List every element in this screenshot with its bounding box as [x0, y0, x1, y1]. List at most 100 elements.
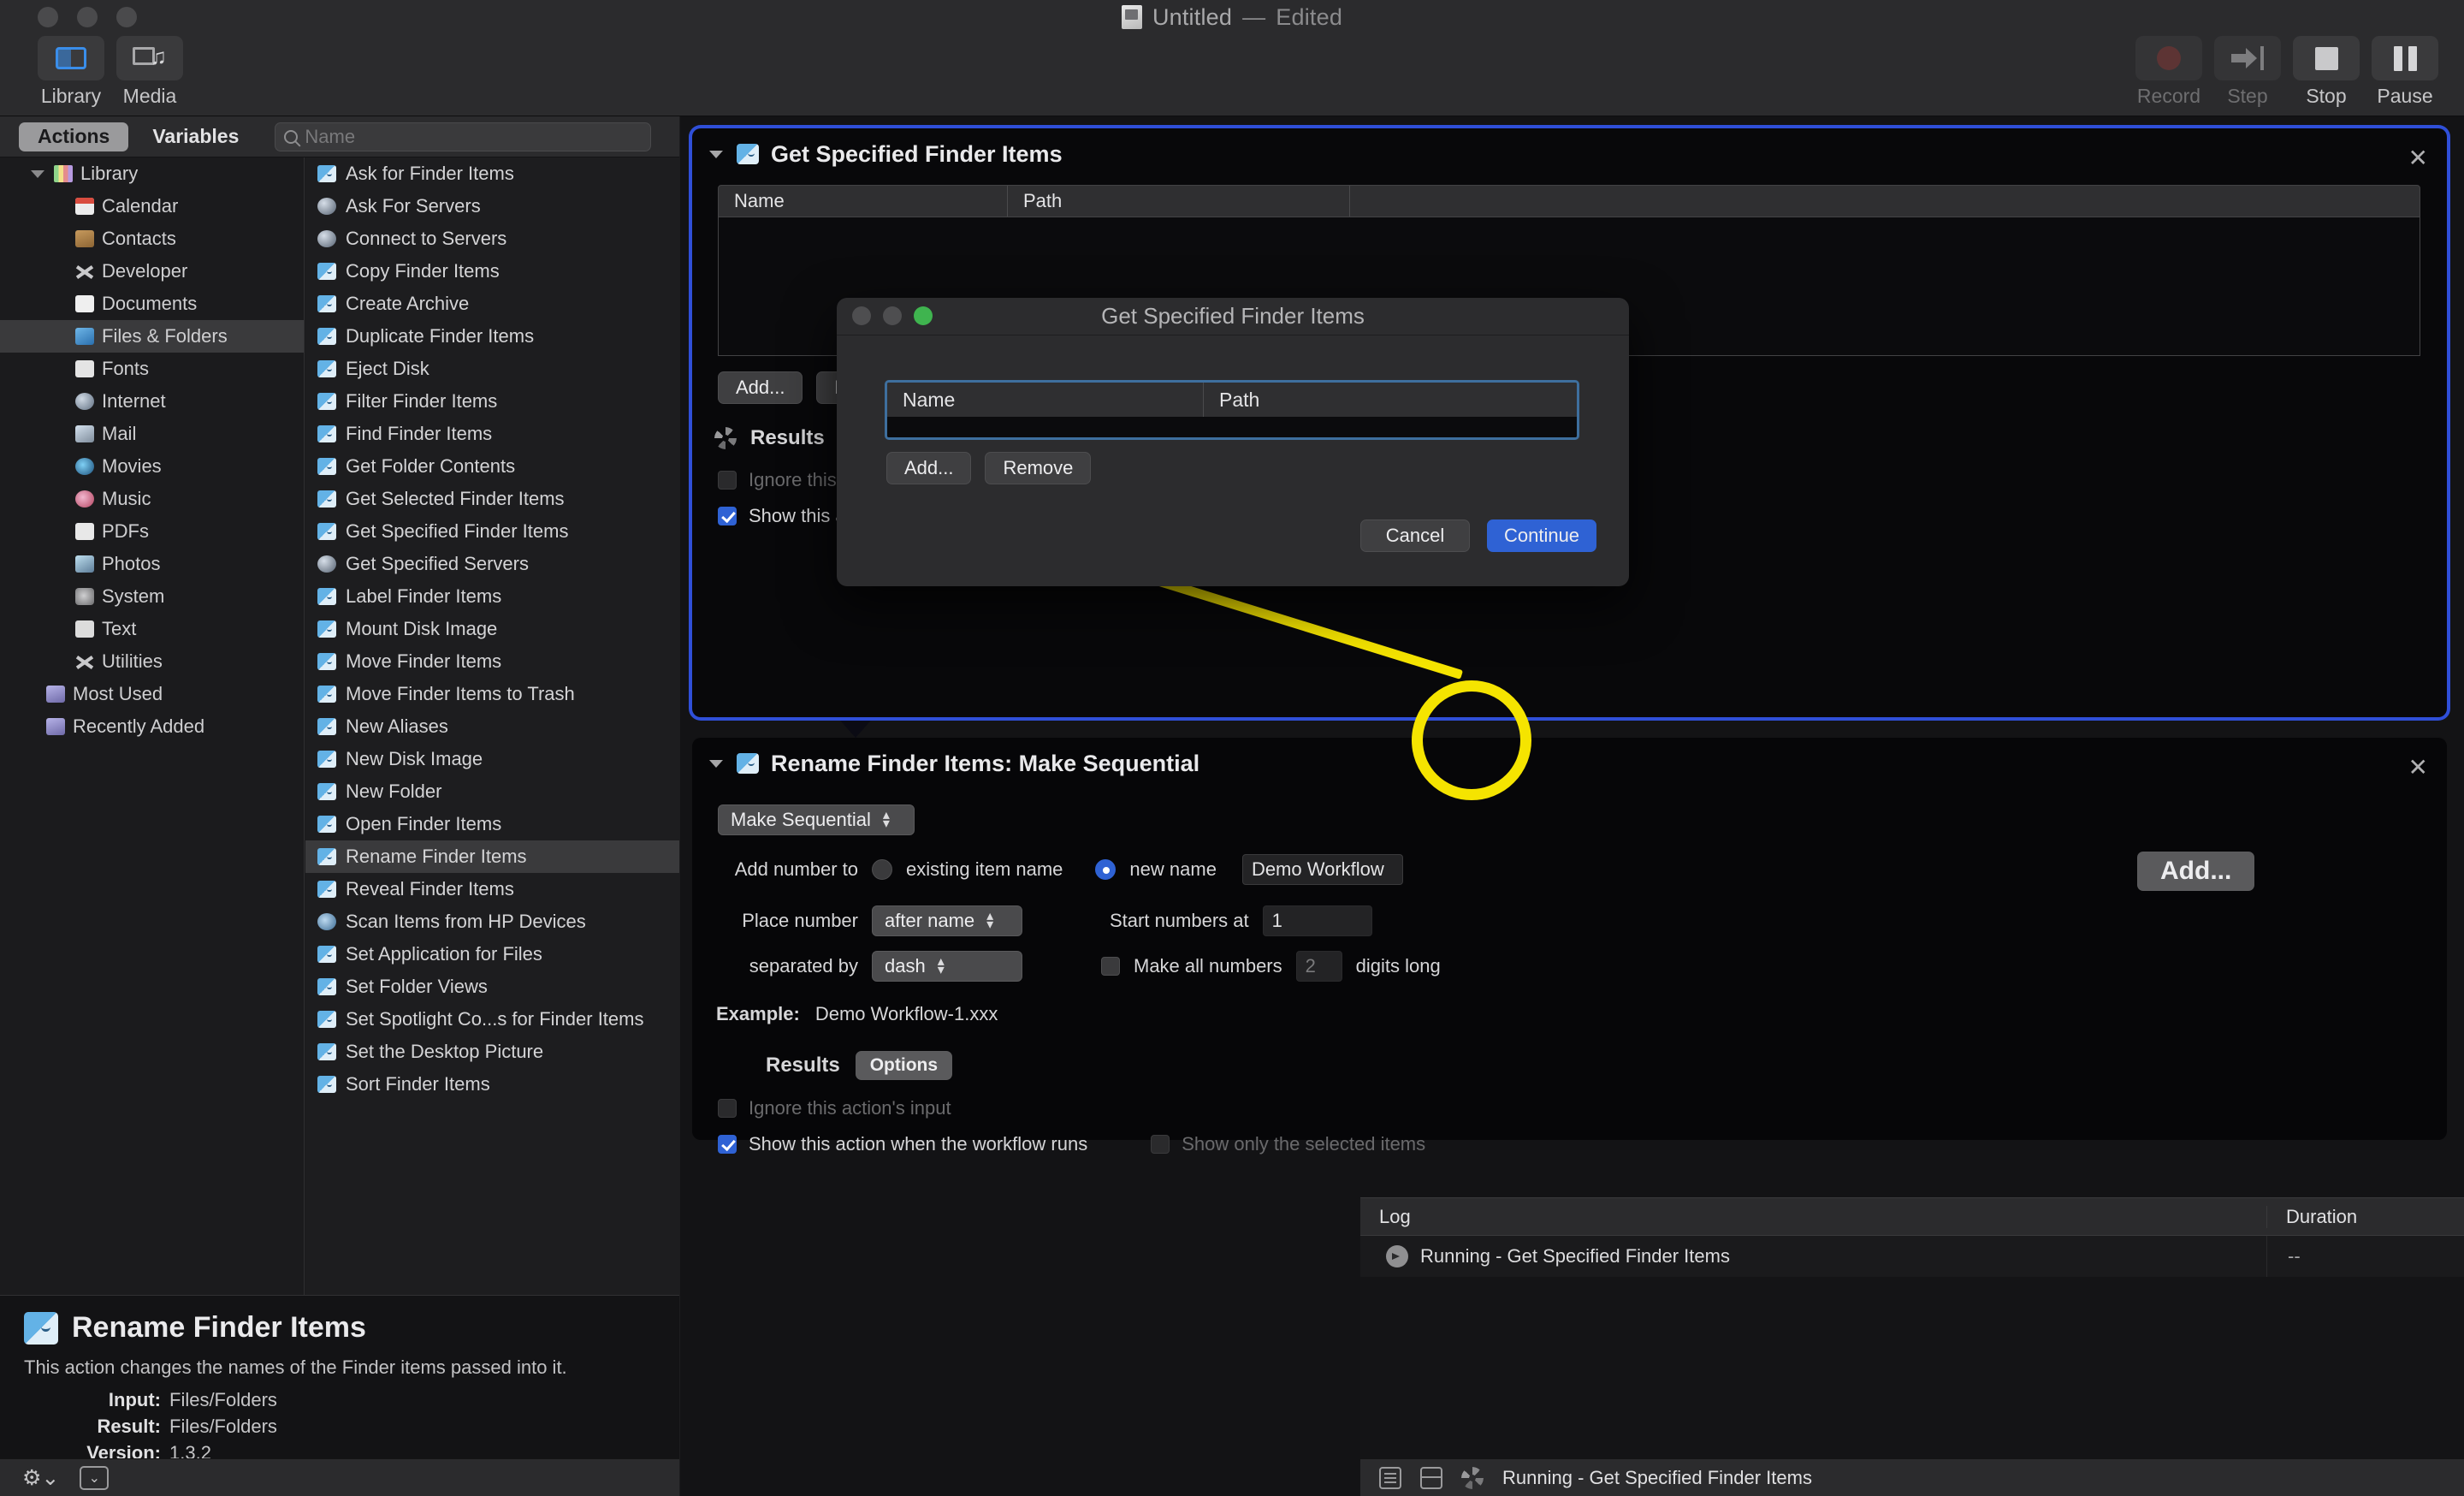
column-header-duration[interactable]: Duration [2267, 1206, 2464, 1228]
list-item[interactable]: Move Finder Items to Trash [305, 678, 679, 710]
sidebar-item-text[interactable]: Text [0, 613, 304, 645]
show-action-checkbox[interactable] [718, 1135, 737, 1154]
gear-menu-icon[interactable]: ⚙⌄ [22, 1465, 59, 1491]
disclosure-triangle-icon[interactable] [709, 759, 723, 768]
add-button[interactable]: Add... [718, 371, 803, 404]
toolbar-button-stop[interactable]: Stop [2293, 36, 2360, 108]
get-specified-finder-items-sheet[interactable]: Get Specified Finder Items Name Path Add… [837, 298, 1629, 586]
list-item[interactable]: Filter Finder Items [305, 385, 679, 418]
list-item[interactable]: Get Folder Contents [305, 450, 679, 483]
list-item[interactable]: Scan Items from HP Devices [305, 905, 679, 938]
sidebar-item-utilities[interactable]: Utilities [0, 645, 304, 678]
sidebar-item-recently-added[interactable]: Recently Added [0, 710, 304, 743]
list-item[interactable]: Ask for Finder Items [305, 157, 679, 190]
sidebar-item-calendar[interactable]: Calendar [0, 190, 304, 223]
make-all-numbers-checkbox[interactable] [1101, 957, 1120, 976]
sidebar-item-internet[interactable]: Internet [0, 385, 304, 418]
search-input[interactable] [305, 125, 643, 148]
sidebar-item-library[interactable]: Library [0, 157, 304, 190]
column-header-path[interactable]: Path [1204, 383, 1577, 417]
radio-new-name[interactable] [1095, 859, 1116, 880]
options-button[interactable]: Options [855, 1051, 953, 1080]
list-item[interactable]: Connect to Servers [305, 223, 679, 255]
sidebar-item-system[interactable]: System [0, 580, 304, 613]
toolbar-button-pause[interactable]: Pause [2372, 36, 2438, 108]
zoom-icon[interactable] [914, 306, 933, 325]
list-item[interactable]: Set Application for Files [305, 938, 679, 971]
disclosure-triangle-icon[interactable] [709, 150, 723, 158]
column-header-name[interactable]: Name [719, 186, 1008, 217]
sidebar-item-developer[interactable]: Developer [0, 255, 304, 288]
show-action-checkbox[interactable] [718, 507, 737, 525]
start-numbers-field[interactable]: 1 [1262, 905, 1372, 936]
sidebar-item-movies[interactable]: Movies [0, 450, 304, 483]
sidebar-item-documents[interactable]: Documents [0, 288, 304, 320]
show-log-icon[interactable] [1379, 1466, 1401, 1489]
search-box[interactable] [275, 122, 652, 151]
new-name-field[interactable]: Demo Workflow [1241, 854, 1403, 885]
list-item[interactable]: Set Spotlight Co...s for Finder Items [305, 1003, 679, 1036]
list-item[interactable]: New Aliases [305, 710, 679, 743]
column-header-name[interactable]: Name [887, 383, 1204, 417]
place-number-popup[interactable]: after name ▴ ▾ [872, 905, 1022, 936]
list-item-rename-finder-items[interactable]: Rename Finder Items [305, 840, 679, 873]
sheet-add-button[interactable]: Add... [886, 452, 972, 484]
continue-button[interactable]: Continue [1487, 519, 1596, 552]
list-item[interactable]: Eject Disk [305, 353, 679, 385]
toolbar-button-step[interactable]: Step [2214, 36, 2281, 108]
list-item[interactable]: Set Folder Views [305, 971, 679, 1003]
list-item[interactable]: Move Finder Items [305, 645, 679, 678]
list-item[interactable]: Duplicate Finder Items [305, 320, 679, 353]
sidebar-item-contacts[interactable]: Contacts [0, 223, 304, 255]
library-tree[interactable]: Library Calendar Contacts Developer Docu… [0, 157, 305, 1295]
column-header-path[interactable]: Path [1008, 186, 1350, 217]
table-body[interactable] [887, 417, 1577, 437]
list-item[interactable]: Open Finder Items [305, 808, 679, 840]
workflow-action-rename-finder-items[interactable]: Rename Finder Items: Make Sequential ✕ M… [692, 738, 2447, 1155]
list-item[interactable]: Mount Disk Image [305, 613, 679, 645]
ignore-input-checkbox[interactable] [718, 471, 737, 490]
ignore-input-checkbox[interactable] [718, 1099, 737, 1118]
toolbar-button-library[interactable]: Library [38, 36, 104, 108]
list-item[interactable]: Label Finder Items [305, 580, 679, 613]
toolbar-button-media[interactable]: ♫ Media [116, 36, 183, 108]
sidebar-item-most-used[interactable]: Most Used [0, 678, 304, 710]
sidebar-item-files-folders[interactable]: Files & Folders [0, 320, 304, 353]
sidebar-item-pdfs[interactable]: PDFs [0, 515, 304, 548]
sidebar-item-mail[interactable]: Mail [0, 418, 304, 450]
list-item[interactable]: Get Selected Finder Items [305, 483, 679, 515]
separated-by-popup[interactable]: dash ▴ ▾ [872, 951, 1022, 982]
sidebar-item-photos[interactable]: Photos [0, 548, 304, 580]
cancel-button[interactable]: Cancel [1360, 519, 1470, 552]
close-icon[interactable]: ✕ [2408, 753, 2428, 781]
radio-existing-item-name[interactable] [872, 859, 892, 880]
table-row[interactable]: Running - Get Specified Finder Items -- [1360, 1236, 2464, 1277]
column-header-log[interactable]: Log [1360, 1205, 2267, 1228]
ignore-input-checkbox-row[interactable]: Ignore this action's input [718, 1097, 951, 1119]
sheet-remove-button[interactable]: Remove [985, 452, 1092, 484]
list-item[interactable]: Set the Desktop Picture [305, 1036, 679, 1068]
sidebar-item-music[interactable]: Music [0, 483, 304, 515]
list-item[interactable]: Ask For Servers [305, 190, 679, 223]
show-action-checkbox-row[interactable]: Show this action when the workflow runs … [718, 1133, 1425, 1155]
list-item[interactable]: New Folder [305, 775, 679, 808]
actions-list[interactable]: Ask for Finder Items Ask For Servers Con… [305, 157, 679, 1295]
minimize-icon[interactable] [883, 306, 902, 325]
show-selected-items-checkbox[interactable] [1151, 1135, 1170, 1154]
tab-variables[interactable]: Variables [133, 122, 258, 151]
sheet-traffic-lights[interactable] [852, 306, 933, 325]
list-item[interactable]: Create Archive [305, 288, 679, 320]
sidebar-item-fonts[interactable]: Fonts [0, 353, 304, 385]
toolbar-button-record[interactable]: Record [2135, 36, 2202, 108]
list-item[interactable]: Sort Finder Items [305, 1068, 679, 1101]
list-item[interactable]: Get Specified Finder Items [305, 515, 679, 548]
list-item[interactable]: Get Specified Servers [305, 548, 679, 580]
digits-field[interactable]: 2 [1295, 951, 1342, 982]
list-item[interactable]: Reveal Finder Items [305, 873, 679, 905]
close-icon[interactable] [852, 306, 871, 325]
disclosure-triangle-icon[interactable] [31, 169, 44, 178]
sheet-items-table[interactable]: Name Path [885, 380, 1579, 440]
tab-actions[interactable]: Actions [19, 122, 129, 151]
list-item[interactable]: New Disk Image [305, 743, 679, 775]
add-button-highlighted[interactable]: Add... [2137, 852, 2255, 891]
